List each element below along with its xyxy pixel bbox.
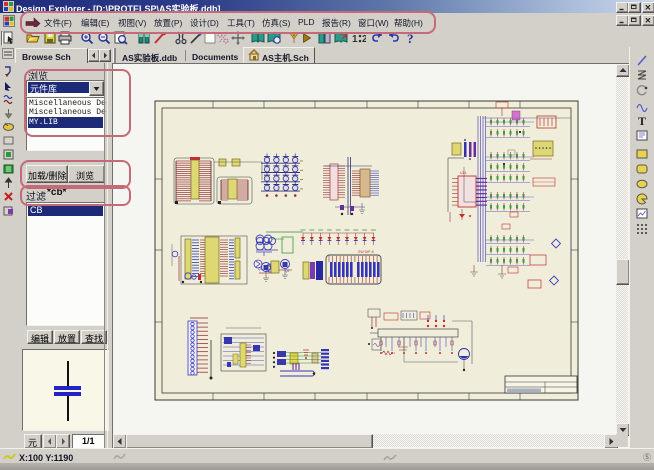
- svg-text:Q2: Q2: [285, 269, 289, 273]
- svg-text:1: 1: [352, 34, 358, 45]
- svg-text:2: 2: [362, 34, 366, 45]
- svg-text:U14: U14: [460, 171, 466, 175]
- svg-text:T: T: [638, 114, 646, 127]
- svg-text:SW DIP-8: SW DIP-8: [358, 250, 374, 254]
